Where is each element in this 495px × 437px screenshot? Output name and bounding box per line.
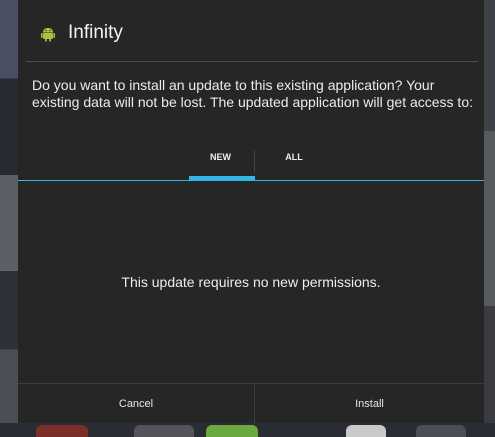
install-button[interactable]: Install xyxy=(255,384,484,424)
background-tile xyxy=(346,425,386,437)
permission-tabs: NEW ALL xyxy=(18,142,484,180)
android-robot-icon xyxy=(40,26,56,42)
background-tile xyxy=(134,425,194,437)
install-dialog: Infinity Do you want to install an updat… xyxy=(18,0,484,424)
background-bottom-strip xyxy=(0,423,495,437)
dialog-title: Infinity xyxy=(68,22,123,43)
background-right-edge xyxy=(484,0,495,437)
cancel-button[interactable]: Cancel xyxy=(18,384,254,424)
background-left-edge xyxy=(0,0,18,437)
install-message: Do you want to install an update to this… xyxy=(32,77,473,110)
tab-new[interactable]: NEW xyxy=(187,142,254,180)
background-tile xyxy=(206,425,258,437)
background-tile xyxy=(36,425,88,437)
dialog-button-bar: Cancel Install xyxy=(18,383,484,424)
dialog-title-bar: Infinity xyxy=(18,0,484,60)
tab-all[interactable]: ALL xyxy=(254,142,334,180)
tab-underline xyxy=(18,180,484,181)
permissions-message: This update requires no new permissions. xyxy=(121,274,381,290)
title-divider xyxy=(26,61,478,62)
background-tile xyxy=(416,425,466,437)
